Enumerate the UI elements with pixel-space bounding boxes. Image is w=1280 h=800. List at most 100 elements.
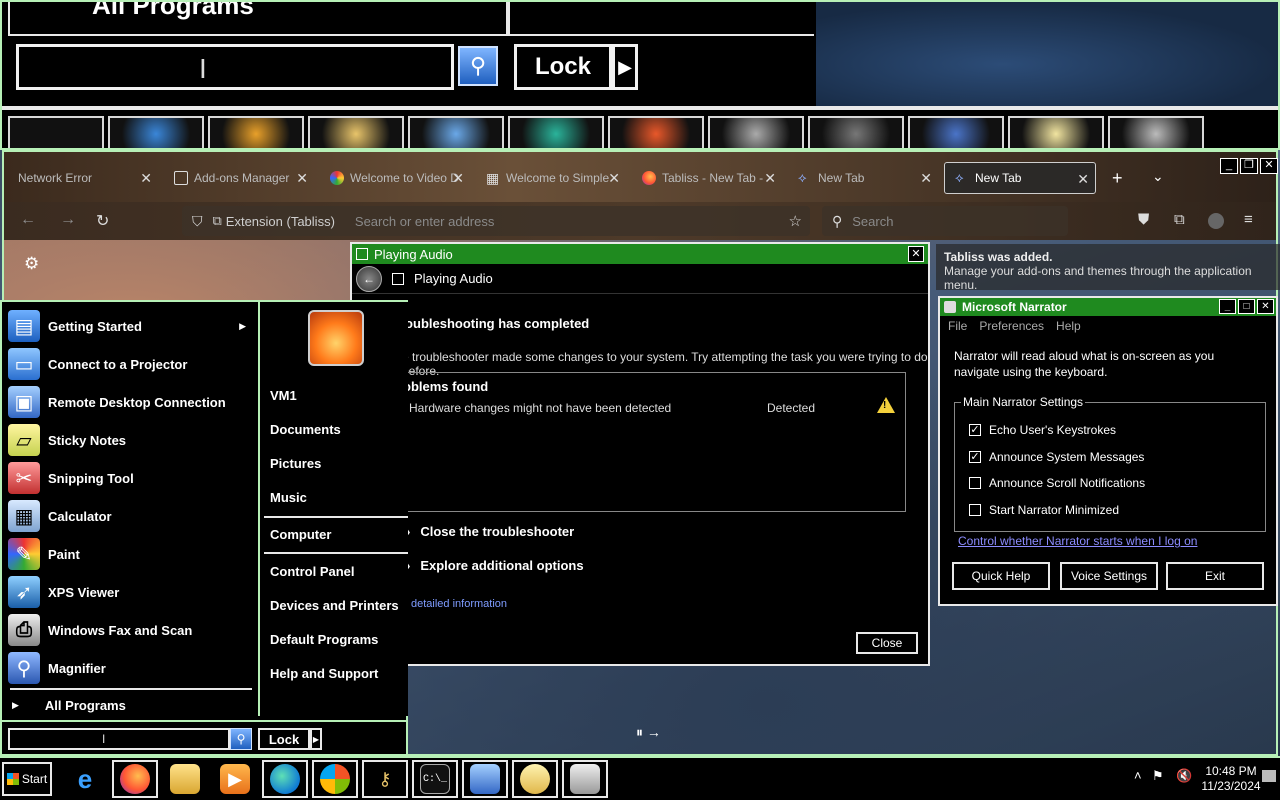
show-desktop-icon[interactable] [1262,770,1276,782]
tab-addons-manager[interactable]: Add-ons Manager ✕ [164,162,314,194]
maximize-icon[interactable]: □ [1238,299,1255,314]
view-details-link[interactable]: w detailed information [400,598,507,610]
minimize-icon[interactable]: _ [1220,158,1238,174]
program-fax-scan[interactable]: ⎙ Windows Fax and Scan [8,612,252,648]
taskbar-narrator[interactable] [562,760,608,798]
taskbar-firefox[interactable] [112,760,158,798]
close-icon[interactable]: ✕ [1260,158,1278,174]
shield-icon[interactable]: ⛉ [192,213,203,230]
close-tab-icon[interactable]: ✕ [1077,171,1089,188]
program-calculator[interactable]: ▦ Calculator [8,498,252,534]
start-minimized-checkbox[interactable]: Start Narrator Minimized [969,503,1119,517]
minimize-icon[interactable]: _ [1219,299,1236,314]
close-tab-icon[interactable]: ✕ [452,170,464,187]
extensions-puzzle-icon[interactable]: ⧉ [1174,211,1185,228]
music-link[interactable]: Music [270,490,307,505]
program-snipping-tool[interactable]: ✂ Snipping Tool [8,460,252,496]
search-icon[interactable]: ⚲ [230,728,252,750]
close-tab-icon[interactable]: ✕ [608,170,620,187]
volume-muted-icon[interactable]: 🔇 [1176,768,1192,784]
system-clock[interactable]: 10:48 PM 11/23/2024 [1196,764,1266,794]
close-tab-icon[interactable]: ✕ [296,170,308,187]
slideshow-controls-icon[interactable]: ⏸ → [636,724,661,741]
address-bar[interactable]: ⛉ ⧉ Extension (Tabliss) Search or enter … [182,206,810,236]
magnified-taskbar-row [2,116,1278,148]
pictures-link[interactable]: Pictures [270,456,321,471]
echo-keystrokes-checkbox[interactable]: ✓ Echo User's Keystrokes [969,423,1116,437]
back-arrow-icon[interactable]: ← [20,211,36,229]
close-icon[interactable]: ✕ [908,246,924,262]
show-hidden-icons-chevron-icon[interactable]: ˄ [1134,768,1142,783]
program-getting-started[interactable]: ▤ Getting Started ▶ [8,308,252,344]
action-center-flag-icon[interactable]: ⚑ [1152,768,1164,784]
problem-description[interactable]: Hardware changes might not have been det… [409,401,671,415]
tab-video-downloader[interactable]: Welcome to Video D ✕ [320,162,470,194]
pocket-icon[interactable]: ⛊ [1138,211,1149,228]
hamburger-menu-icon[interactable]: ≡ [1244,211,1253,228]
announce-scroll-checkbox[interactable]: Announce Scroll Notifications [969,476,1145,490]
program-paint[interactable]: ✎ Paint [8,536,252,572]
extension-identity-chip[interactable]: ⧉ Extension (Tabliss) [213,213,335,229]
close-tab-icon[interactable]: ✕ [764,170,776,187]
computer-link[interactable]: Computer [270,527,331,542]
reload-icon[interactable]: ↻ [96,211,109,231]
close-icon[interactable]: ✕ [1257,299,1274,314]
menu-file[interactable]: File [948,319,967,333]
narrator-startup-link[interactable]: Control whether Narrator starts when I l… [958,534,1197,548]
lock-button[interactable]: Lock [258,728,310,750]
tab-new-tab[interactable]: ⟡ New Tab ✕ [788,162,938,194]
taskbar-chat[interactable] [512,760,558,798]
tab-tabliss[interactable]: Tabliss - New Tab - ✕ [632,162,782,194]
close-tab-icon[interactable]: ✕ [140,170,152,187]
account-avatar-icon[interactable] [1208,213,1224,229]
announce-system-messages-checkbox[interactable]: ✓ Announce System Messages [969,450,1144,464]
program-magnifier[interactable]: ⚲ Magnifier [8,650,252,686]
menu-preferences[interactable]: Preferences [979,319,1044,333]
back-arrow-icon[interactable]: ← [356,265,382,292]
taskbar-file-explorer[interactable] [162,760,208,798]
program-connect-projector[interactable]: ▭ Connect to a Projector [8,346,252,382]
taskbar-internet-explorer[interactable]: e [62,760,108,798]
user-avatar[interactable] [308,310,364,366]
taskbar-edge[interactable] [262,760,308,798]
documents-link[interactable]: Documents [270,422,341,437]
close-troubleshooter-option[interactable]: › Close the troubleshooter [406,524,574,539]
restore-icon[interactable]: ❐ [1240,158,1258,174]
explore-options-option[interactable]: › Explore additional options [406,558,584,573]
devices-printers-link[interactable]: Devices and Printers [270,598,399,613]
new-tab-plus-icon[interactable]: + [1112,168,1123,189]
help-support-link[interactable]: Help and Support [270,666,378,681]
gear-icon[interactable]: ⚙ [24,254,39,274]
list-tabs-chevron-icon[interactable]: ⌄ [1152,168,1164,185]
start-button[interactable]: Start [2,762,52,796]
program-label: Magnifier [48,660,106,676]
tab-network-error[interactable]: Network Error ✕ [8,162,158,194]
program-sticky-notes[interactable]: ▱ Sticky Notes [8,422,252,458]
voice-settings-button[interactable]: Voice Settings [1060,562,1158,590]
taskbar-credential-manager[interactable]: ⚷ [362,760,408,798]
taskbar-remote-desktop[interactable] [462,760,508,798]
control-panel-link[interactable]: Control Panel [270,564,355,579]
taskbar-media-player[interactable]: ▶ [212,760,258,798]
tab-new-tab-active[interactable]: ⟡ New Tab ✕ [944,162,1096,194]
forward-arrow-icon[interactable]: → [60,211,76,229]
fax-scan-icon: ⎙ [8,614,40,646]
start-search-input[interactable]: I [8,728,230,750]
exit-button[interactable]: Exit [1166,562,1264,590]
all-programs-button[interactable]: ▶ All Programs [10,694,254,716]
menu-help[interactable]: Help [1056,319,1081,333]
close-button[interactable]: Close [856,632,918,654]
program-xps-viewer[interactable]: ➶ XPS Viewer [8,574,252,610]
bookmark-star-icon[interactable]: ☆ [789,212,802,230]
user-folder-link[interactable]: VM1 [270,388,297,403]
tab-simple[interactable]: ▦ Welcome to Simple ✕ [476,162,626,194]
taskbar-command-prompt[interactable]: C:\_ [412,760,458,798]
taskbar-windows-update[interactable] [312,760,358,798]
start-label: Start [21,772,48,786]
program-remote-desktop[interactable]: ▣ Remote Desktop Connection [8,384,252,420]
search-bar[interactable]: ⚲ Search [822,206,1068,236]
lock-options-arrow-icon[interactable]: ▶ [310,728,322,750]
default-programs-link[interactable]: Default Programs [270,632,378,647]
quick-help-button[interactable]: Quick Help [952,562,1050,590]
close-tab-icon[interactable]: ✕ [920,170,932,187]
